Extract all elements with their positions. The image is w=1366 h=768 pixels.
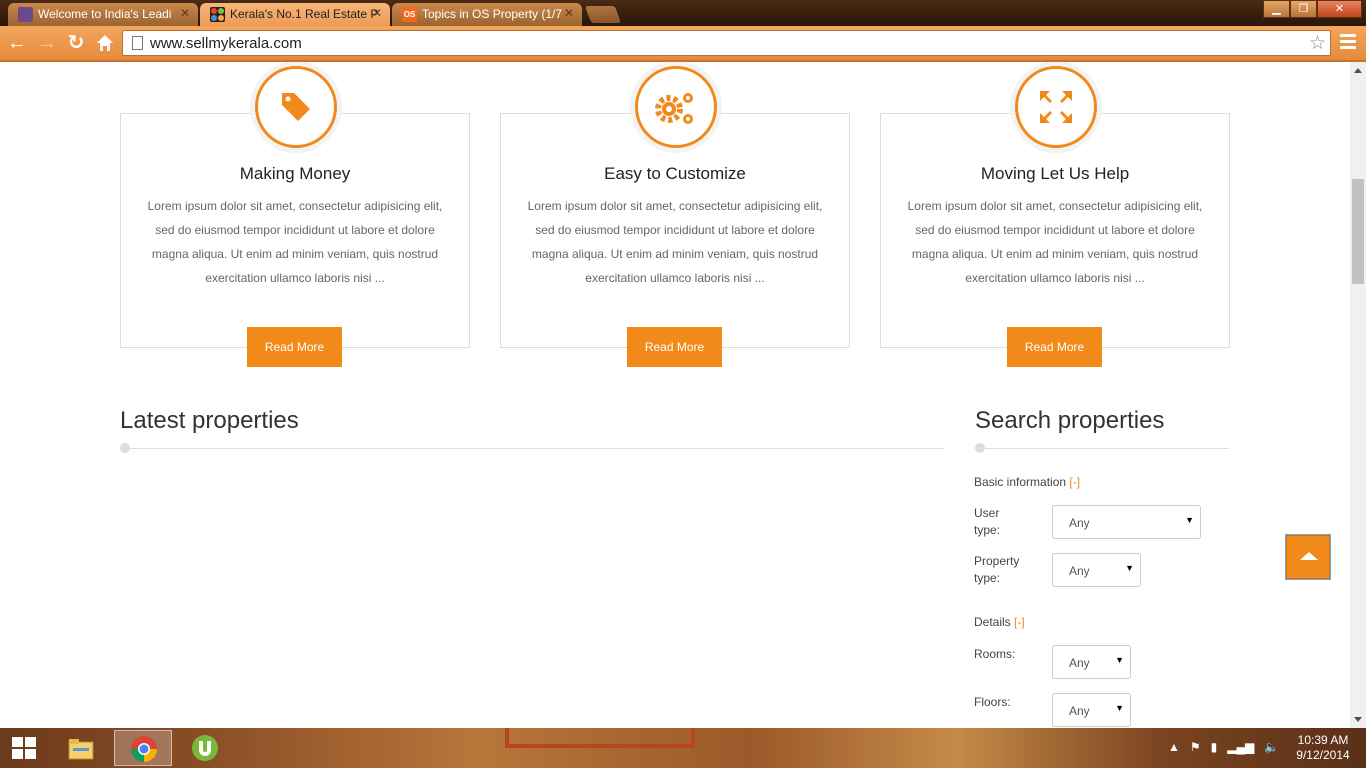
basic-information-toggle[interactable]: [-] — [1069, 475, 1080, 489]
tab-title: Welcome to India's Leadi — [38, 7, 172, 21]
page-scrollbar[interactable] — [1350, 62, 1366, 728]
search-properties-heading: Search properties — [975, 407, 1165, 434]
browser-toolbar: ← → ↻ www.sellmykerala.com ☆ — [0, 26, 1366, 62]
utorrent-icon — [192, 735, 218, 761]
tab-close-icon[interactable]: ✕ — [564, 6, 574, 20]
feature-description: Lorem ipsum dolor sit amet, consectetur … — [907, 199, 1203, 285]
property-type-label: Property type: — [974, 554, 1020, 585]
show-hidden-icons-icon[interactable]: ▲ — [1168, 740, 1180, 754]
feature-description: Lorem ipsum dolor sit amet, consectetur … — [147, 199, 443, 285]
windows-start-icon[interactable] — [12, 737, 36, 759]
section-divider — [981, 448, 1229, 449]
browser-tab-0[interactable]: Welcome to India's Leadi ✕ — [8, 3, 198, 26]
details-toggle[interactable]: [-] — [1014, 615, 1025, 629]
action-center-flag-icon[interactable]: ⚑ — [1190, 740, 1201, 754]
read-more-button[interactable]: Read More — [627, 327, 722, 367]
system-tray: ▲ ⚑ ▮ ▂▄▆ 🔈 — [1168, 740, 1279, 754]
folder-icon — [68, 739, 94, 760]
browser-tab-1[interactable]: Kerala's No.1 Real Estate P ✕ — [200, 3, 390, 26]
joomla-icon — [210, 7, 225, 22]
chevron-down-icon: ▼ — [1115, 703, 1124, 713]
scroll-up-arrow-icon[interactable] — [1354, 68, 1362, 73]
read-more-button[interactable]: Read More — [247, 327, 342, 367]
new-tab-button[interactable] — [584, 6, 622, 23]
chrome-icon — [130, 736, 158, 763]
feature-title: Making Money — [239, 164, 351, 183]
chevron-down-icon: ▼ — [1125, 563, 1134, 573]
back-button[interactable]: ← — [4, 30, 30, 56]
feature-card-easy-to-customize: Easy to Customize Lorem ipsum dolor sit … — [500, 62, 850, 367]
clock-time: 10:39 AM — [1297, 733, 1349, 747]
feature-card-moving-let-us-help: Moving Let Us Help Lorem ipsum dolor sit… — [880, 62, 1230, 367]
feature-title: Easy to Customize — [604, 164, 746, 183]
tab-title: Kerala's No.1 Real Estate P — [230, 7, 379, 21]
floors-select[interactable]: Any ▼ — [1052, 693, 1131, 727]
latest-properties-heading: Latest properties — [120, 407, 299, 434]
windows-taskbar: ▲ ⚑ ▮ ▂▄▆ 🔈 10:39 AM 9/12/2014 — [0, 728, 1366, 768]
page-icon — [132, 36, 143, 50]
feature-title: Moving Let Us Help — [980, 164, 1130, 183]
taskbar-file-explorer[interactable] — [52, 730, 110, 766]
arrow-up-icon — [1300, 552, 1318, 560]
address-bar[interactable]: www.sellmykerala.com ☆ — [122, 30, 1331, 56]
details-label: Details — [974, 615, 1011, 629]
rooms-label: Rooms: — [974, 647, 1016, 661]
signal-icon[interactable]: ▂▄▆ — [1227, 740, 1254, 754]
expand-arrows-icon — [1015, 66, 1097, 148]
gears-icon — [635, 66, 717, 148]
reload-button[interactable]: ↻ — [63, 30, 89, 56]
read-more-button[interactable]: Read More — [1007, 327, 1102, 367]
close-window-button[interactable]: ✕ — [1317, 0, 1362, 18]
restore-button[interactable]: ❐ — [1290, 0, 1317, 18]
url-text[interactable]: www.sellmykerala.com — [150, 35, 302, 52]
user-type-select[interactable]: Any ▼ — [1052, 505, 1201, 539]
rooms-select[interactable]: Any ▼ — [1052, 645, 1131, 679]
feature-card-making-money: Making Money Lorem ipsum dolor sit amet,… — [120, 62, 470, 367]
forward-button[interactable]: → — [34, 30, 60, 56]
tab-title: Topics in OS Property (1/7 — [422, 7, 563, 21]
basic-information-header: Basic information [-] — [974, 475, 1080, 489]
os-property-icon: OS — [402, 7, 417, 22]
volume-icon[interactable]: 🔈 — [1264, 740, 1279, 754]
taskbar-clock[interactable]: 10:39 AM 9/12/2014 — [1290, 733, 1356, 763]
site-logo-icon — [18, 7, 33, 22]
window-controls: ▁ ❐ ✕ — [1263, 0, 1362, 18]
tab-close-icon[interactable]: ✕ — [372, 6, 382, 20]
scrollbar-thumb[interactable] — [1352, 179, 1364, 284]
scroll-to-top-button[interactable] — [1286, 535, 1330, 579]
property-type-select[interactable]: Any ▼ — [1052, 553, 1141, 587]
scroll-down-arrow-icon[interactable] — [1354, 717, 1362, 722]
chevron-down-icon: ▼ — [1115, 655, 1124, 665]
floors-label: Floors: — [974, 695, 1011, 709]
feature-description: Lorem ipsum dolor sit amet, consectetur … — [527, 199, 823, 285]
taskbar-utorrent[interactable] — [176, 730, 234, 766]
tab-close-icon[interactable]: ✕ — [180, 6, 190, 20]
price-tag-icon — [255, 66, 337, 148]
page-content: Making Money Lorem ipsum dolor sit amet,… — [0, 62, 1350, 728]
details-header: Details [-] — [974, 615, 1025, 629]
clock-date: 9/12/2014 — [1296, 748, 1350, 762]
device-icon[interactable]: ▮ — [1211, 740, 1218, 754]
browser-tab-2[interactable]: OS Topics in OS Property (1/7 ✕ — [392, 3, 582, 26]
minimize-button[interactable]: ▁ — [1263, 0, 1290, 18]
taskbar-chrome[interactable] — [114, 730, 172, 766]
home-button[interactable] — [92, 30, 118, 56]
chevron-down-icon: ▼ — [1185, 515, 1194, 525]
bookmark-star-icon[interactable]: ☆ — [1309, 32, 1326, 55]
browser-tab-strip: Welcome to India's Leadi ✕ Kerala's No.1… — [0, 0, 1366, 26]
user-type-label: User type: — [974, 506, 1001, 537]
section-divider — [126, 448, 944, 449]
browser-menu-button[interactable] — [1340, 34, 1356, 52]
basic-information-label: Basic information — [974, 475, 1067, 489]
